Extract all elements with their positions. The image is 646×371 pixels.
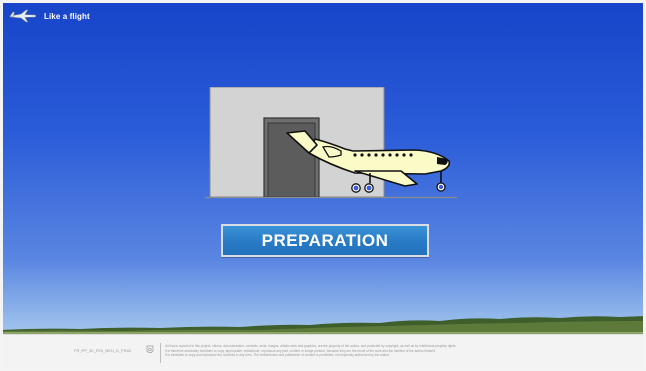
preparation-button[interactable]: PREPARATION [221, 224, 429, 257]
footer: FR_PP_30_FE0_NEU_D_FR40 All that is repo… [0, 334, 646, 371]
hangar-plane-illustration [205, 87, 457, 199]
legal-line-3: It is forbidden to copy and reproduce th… [165, 353, 390, 358]
app-title: Like a flight [44, 11, 90, 21]
header: Like a flight [8, 7, 90, 25]
preparation-button-label: PREPARATION [261, 230, 389, 250]
airplane-logo-icon [9, 9, 37, 23]
copyright-seal-icon [146, 345, 154, 354]
slide: Like a flight PREPARATION FR_PP_30_FE0_N… [0, 0, 646, 371]
footer-legal-text: All that is reported in this project, vi… [165, 344, 635, 358]
footer-divider [160, 343, 161, 363]
footer-code: FR_PP_30_FE0_NEU_D_FR40 [74, 348, 131, 353]
horizon-treeline [0, 316, 646, 335]
